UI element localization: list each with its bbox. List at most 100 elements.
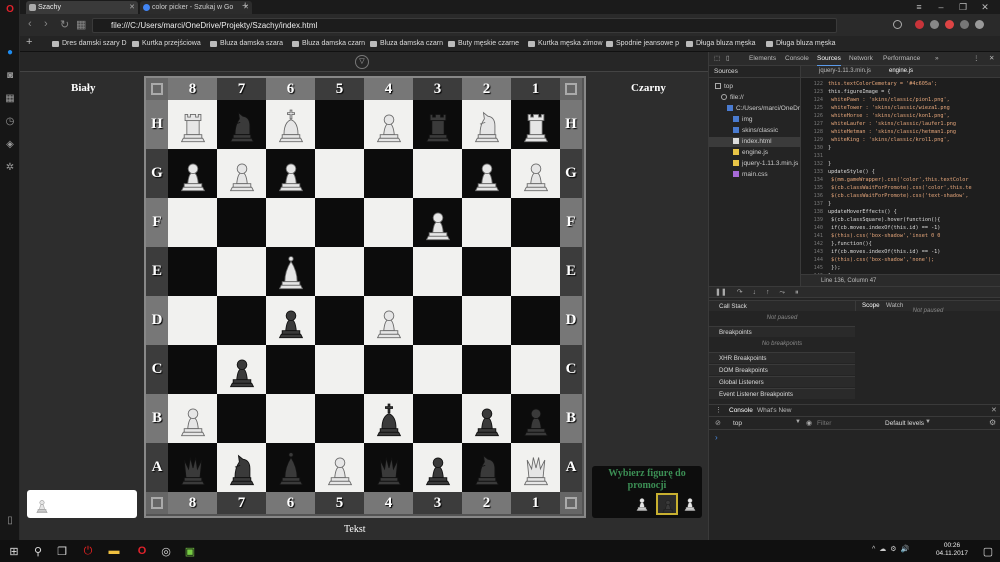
- back-icon[interactable]: ‹: [28, 18, 32, 30]
- black-pawn-icon[interactable]: [465, 397, 509, 441]
- app-circle-icon[interactable]: ◎: [158, 543, 174, 559]
- messenger-icon[interactable]: ●: [4, 47, 16, 59]
- event-listener-breakpoints-header[interactable]: Event Listener Breakpoints: [709, 388, 855, 399]
- inspect-icon[interactable]: ⬚: [714, 52, 720, 66]
- board-square-C8[interactable]: [168, 345, 217, 394]
- device-toggle-icon[interactable]: ▯: [726, 52, 730, 66]
- board-square-E7[interactable]: [217, 247, 266, 296]
- board-square-H4[interactable]: [364, 100, 413, 149]
- board-square-A2[interactable]: [462, 443, 511, 492]
- bookmark-item[interactable]: Bluza damska czarn: [292, 37, 365, 51]
- console-prompt-icon[interactable]: ›: [715, 433, 718, 442]
- reload-icon[interactable]: ↻: [60, 18, 69, 31]
- board-square-C5[interactable]: [315, 345, 364, 394]
- board-square-C2[interactable]: [462, 345, 511, 394]
- board-square-D7[interactable]: [217, 296, 266, 345]
- console-filter-input[interactable]: Filter: [809, 420, 831, 427]
- tab-sources[interactable]: Sources: [817, 52, 841, 66]
- board-square-H8[interactable]: [168, 100, 217, 149]
- promotion-pawn-option-icon[interactable]: [656, 493, 678, 515]
- board-square-D8[interactable]: [168, 296, 217, 345]
- tree-folder-skins[interactable]: skins/classic: [709, 126, 778, 136]
- tab-network[interactable]: Network: [849, 52, 873, 66]
- board-square-A8[interactable]: [168, 443, 217, 492]
- board-square-E5[interactable]: [315, 247, 364, 296]
- code-editor[interactable]: jquery-1.11.3.min.js engine.js 122 this.t…: [801, 66, 1000, 286]
- opera-logo-icon[interactable]: O: [4, 4, 16, 16]
- board-square-D3[interactable]: [413, 296, 462, 345]
- close-window-icon[interactable]: ✕: [974, 0, 996, 14]
- board-square-G1[interactable]: [511, 149, 560, 198]
- sidebar-toggle-icon[interactable]: ▯: [4, 515, 16, 527]
- white-rook-icon[interactable]: [171, 103, 215, 147]
- pause-icon[interactable]: ❚❚: [715, 289, 727, 296]
- white-king-icon[interactable]: [269, 103, 313, 147]
- board-square-A3[interactable]: [413, 443, 462, 492]
- tab-color-picker[interactable]: color picker - Szukaj w Go ✕: [140, 1, 252, 14]
- taskbar-clock[interactable]: 00:26 04.11.2017: [936, 542, 968, 558]
- tab-performance[interactable]: Performance: [883, 52, 920, 66]
- close-drawer-icon[interactable]: ✕: [991, 406, 997, 414]
- more-tabs-icon[interactable]: »: [935, 52, 939, 66]
- board-square-C7[interactable]: [217, 345, 266, 394]
- call-stack-header[interactable]: Call Stack: [709, 300, 855, 311]
- bookmark-item[interactable]: Dres damski szary D: [52, 37, 127, 51]
- board-square-C6[interactable]: [266, 345, 315, 394]
- board-square-H5[interactable]: [315, 100, 364, 149]
- black-knight-icon[interactable]: [465, 446, 509, 490]
- new-tab-button[interactable]: +: [242, 0, 248, 12]
- collapse-toggle-icon[interactable]: ▽: [355, 55, 369, 69]
- url-input[interactable]: file:///C:/Users/marci/OneDrive/Projekty…: [92, 18, 837, 33]
- white-rook-icon[interactable]: [514, 103, 558, 147]
- board-square-F5[interactable]: [315, 198, 364, 247]
- board-square-H7[interactable]: [217, 100, 266, 149]
- board-square-B7[interactable]: [217, 394, 266, 443]
- black-pawn-icon[interactable]: [269, 299, 313, 343]
- white-pawn-icon[interactable]: [220, 152, 264, 196]
- board-square-F4[interactable]: [364, 198, 413, 247]
- task-view-icon[interactable]: ❐: [54, 543, 70, 559]
- board-square-D6[interactable]: [266, 296, 315, 345]
- tab-menu-icon[interactable]: ≡: [908, 0, 930, 14]
- tab-whats-new[interactable]: What's New: [757, 407, 791, 414]
- notepad-app-icon[interactable]: ▣: [182, 543, 198, 559]
- board-square-G5[interactable]: [315, 149, 364, 198]
- board-square-G6[interactable]: [266, 149, 315, 198]
- board-square-E2[interactable]: [462, 247, 511, 296]
- bookmark-item[interactable]: Bluza damska czarn: [370, 37, 443, 51]
- board-square-G8[interactable]: [168, 149, 217, 198]
- board-square-B1[interactable]: [511, 394, 560, 443]
- heart-icon[interactable]: [893, 20, 902, 29]
- board-square-H6[interactable]: [266, 100, 315, 149]
- dom-breakpoints-header[interactable]: DOM Breakpoints: [709, 364, 855, 375]
- sources-subtab[interactable]: Sources: [714, 68, 738, 75]
- board-square-G3[interactable]: [413, 149, 462, 198]
- board-square-H3[interactable]: [413, 100, 462, 149]
- bookmark-item[interactable]: Długa bluza męska: [766, 37, 836, 51]
- opera-taskbar-icon[interactable]: O: [134, 543, 150, 559]
- board-square-G2[interactable]: [462, 149, 511, 198]
- extension-icon[interactable]: [945, 20, 954, 29]
- board-square-B6[interactable]: [266, 394, 315, 443]
- board-square-E6[interactable]: [266, 247, 315, 296]
- board-square-C3[interactable]: [413, 345, 462, 394]
- tab-console-drawer[interactable]: Console: [729, 407, 753, 414]
- board-square-F6[interactable]: [266, 198, 315, 247]
- windows-start-icon[interactable]: ⊞: [6, 543, 22, 559]
- log-levels-select[interactable]: Default levels: [885, 420, 924, 427]
- context-select[interactable]: top: [733, 420, 742, 427]
- white-pawn-icon[interactable]: [318, 446, 362, 490]
- black-pawn-icon[interactable]: [416, 446, 460, 490]
- search-icon[interactable]: ⚲: [30, 543, 46, 559]
- tab-szachy[interactable]: Szachy ✕: [26, 1, 138, 14]
- step-out-icon[interactable]: ↑: [766, 289, 770, 296]
- white-pawn-icon[interactable]: [367, 299, 411, 343]
- black-rook-icon[interactable]: [416, 103, 460, 147]
- devtools-menu-icon[interactable]: ⋮: [973, 52, 980, 66]
- settings-gear-icon[interactable]: ✲: [4, 162, 16, 174]
- history-icon[interactable]: ◷: [4, 116, 16, 128]
- speed-dial-icon[interactable]: ▦: [4, 93, 16, 105]
- board-square-F8[interactable]: [168, 198, 217, 247]
- promotion-pawn-option-icon[interactable]: [632, 493, 654, 515]
- minimize-icon[interactable]: –: [930, 0, 952, 14]
